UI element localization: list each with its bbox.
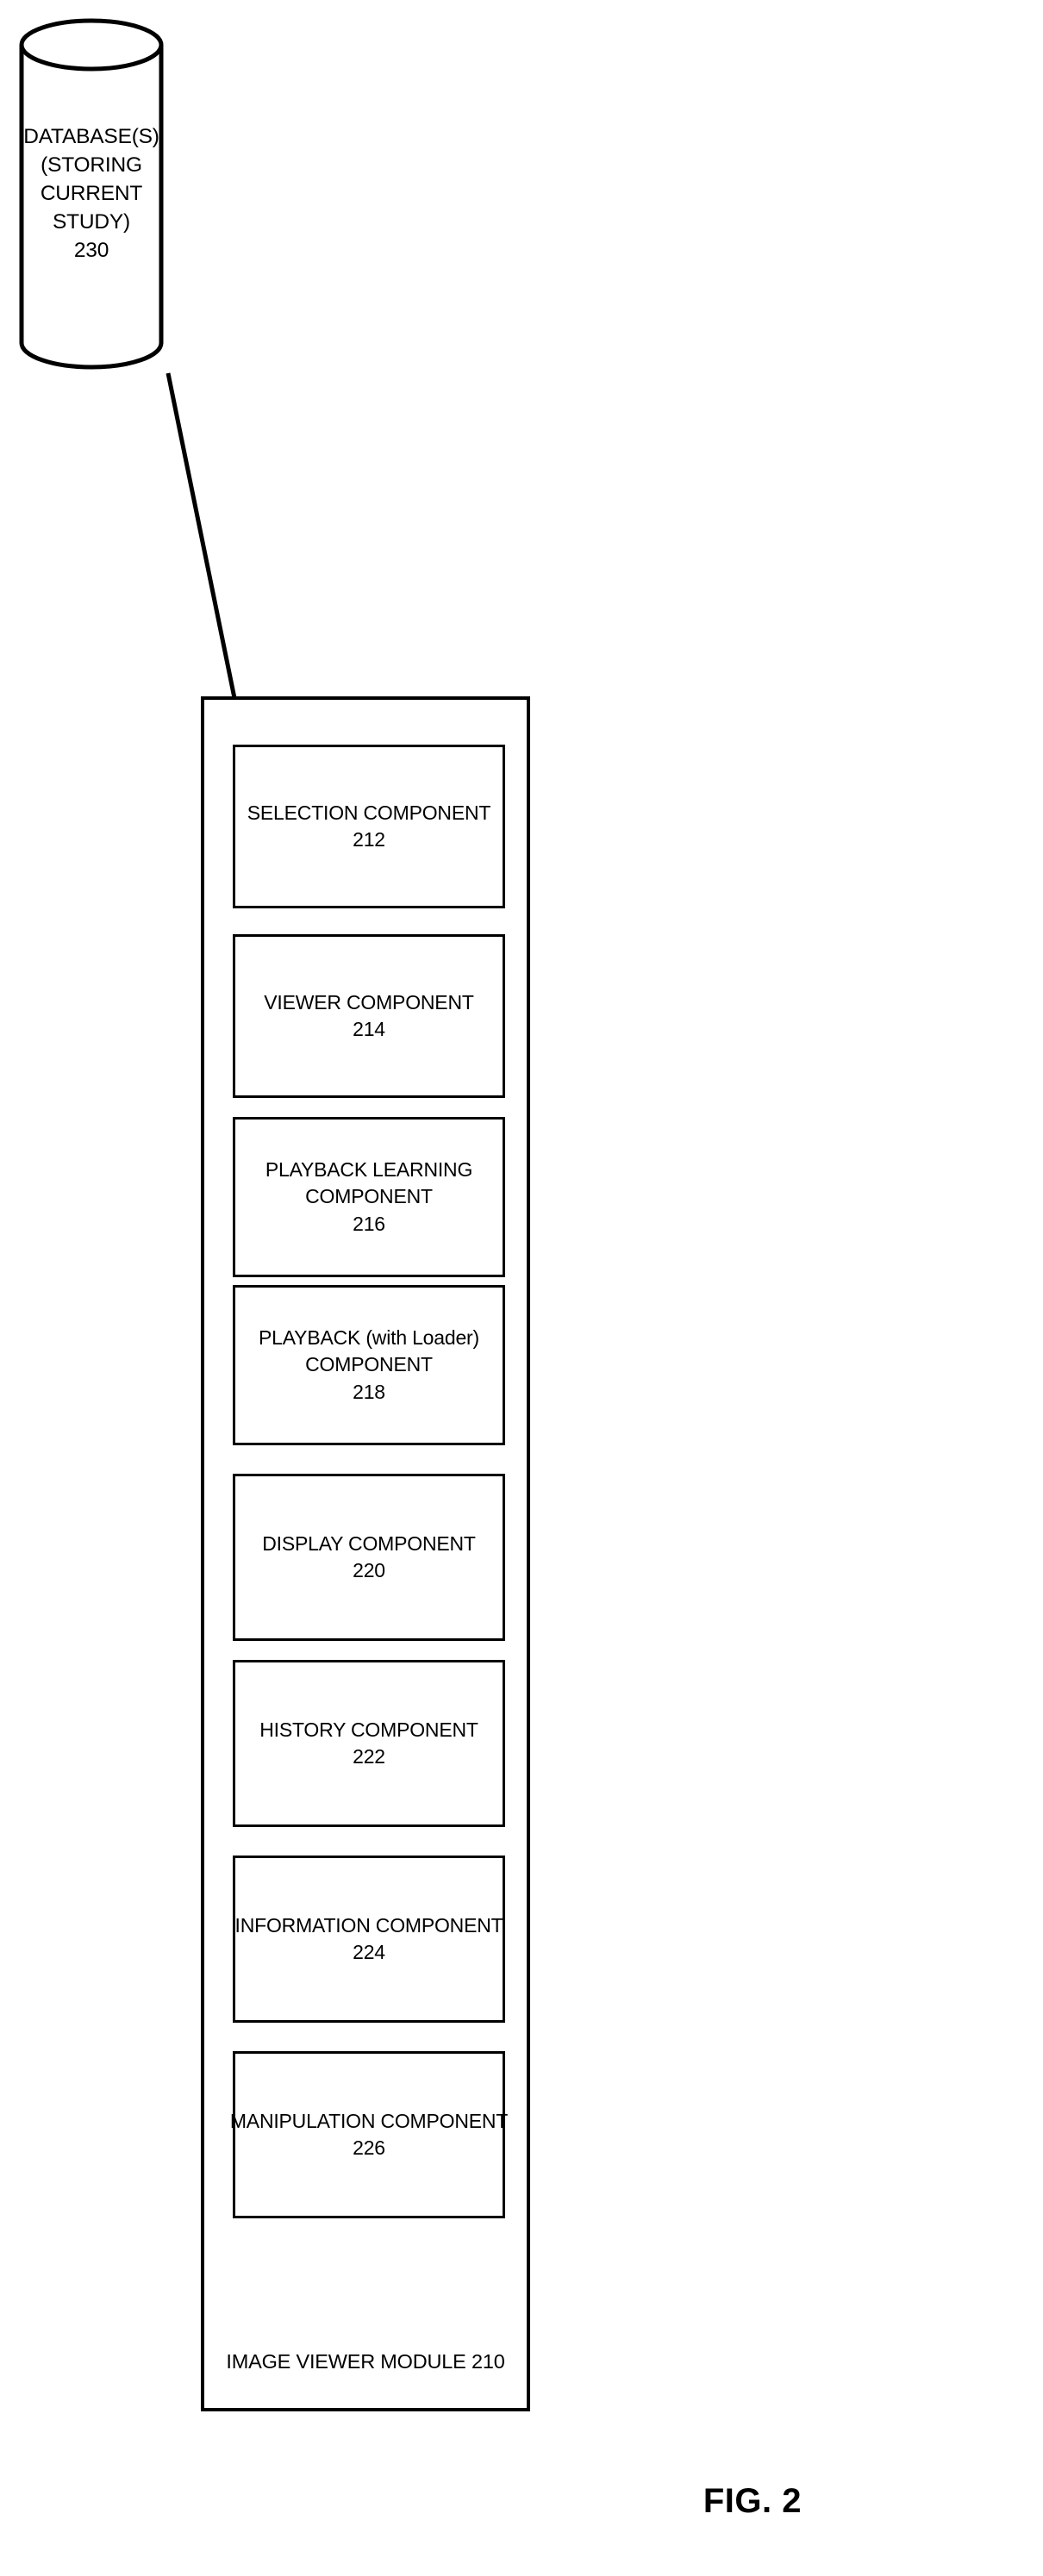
patent-figure-2: DATABASE(S) (STORING CURRENT STUDY) 230 … [0, 0, 1043, 2576]
display-component-numeral: 220 [353, 1559, 385, 1581]
playback-learning-component-title-line-1: PLAYBACK LEARNING [265, 1157, 473, 1181]
history-component-title: HISTORY COMPONENT [259, 1718, 478, 1741]
playback-with-loader-component-title-line-2: COMPONENT [305, 1353, 433, 1376]
database-label-line-4: STUDY) [53, 210, 130, 234]
display-component-box[interactable]: DISPLAY COMPONENT 220 [233, 1474, 505, 1641]
selection-component-title: SELECTION COMPONENT [247, 801, 491, 824]
selection-component-numeral: 212 [353, 828, 385, 851]
image-viewer-module-label: IMAGE VIEWER MODULE 210 [226, 2350, 505, 2373]
selection-component-box[interactable]: SELECTION COMPONENT 212 [233, 745, 505, 908]
information-component-numeral: 224 [353, 1941, 385, 1963]
database-to-module-connector [166, 372, 237, 699]
playback-with-loader-component-box[interactable]: PLAYBACK (with Loader) COMPONENT 218 [233, 1285, 505, 1445]
figure-caption: FIG. 2 [703, 2482, 802, 2520]
viewer-component-box[interactable]: VIEWER COMPONENT 214 [233, 934, 505, 1098]
playback-learning-component-box[interactable]: PLAYBACK LEARNING COMPONENT 216 [233, 1117, 505, 1277]
database-label-block: DATABASE(S) (STORING CURRENT STUDY) 230 [19, 122, 164, 265]
playback-with-loader-component-numeral: 218 [353, 1380, 385, 1403]
playback-learning-component-numeral: 216 [353, 1212, 385, 1235]
manipulation-component-box[interactable]: MANIPULATION COMPONENT 226 [229, 2051, 509, 2218]
component-list: SELECTION COMPONENT 212 VIEWER COMPONENT… [229, 745, 509, 2218]
database-cylinder: DATABASE(S) (STORING CURRENT STUDY) 230 [19, 17, 164, 372]
image-viewer-module-box: SELECTION COMPONENT 212 VIEWER COMPONENT… [201, 696, 530, 2411]
playback-learning-component-title-line-2: COMPONENT [305, 1185, 433, 1208]
database-label-line-2: (STORING [41, 153, 142, 177]
manipulation-component-title: MANIPULATION COMPONENT [229, 2109, 509, 2132]
information-component-title: INFORMATION COMPONENT [234, 1913, 503, 1937]
display-component-title: DISPLAY COMPONENT [262, 1531, 476, 1555]
database-reference-numeral: 230 [73, 239, 109, 262]
viewer-component-numeral: 214 [353, 1018, 385, 1040]
viewer-component-title: VIEWER COMPONENT [264, 990, 474, 1014]
history-component-numeral: 222 [353, 1745, 385, 1768]
information-component-box[interactable]: INFORMATION COMPONENT 224 [233, 1856, 505, 2023]
database-label-line-1: DATABASE(S) [23, 125, 159, 148]
history-component-box[interactable]: HISTORY COMPONENT 222 [233, 1660, 505, 1827]
database-label-line-3: CURRENT [40, 182, 143, 205]
manipulation-component-numeral: 226 [353, 2136, 385, 2159]
playback-with-loader-component-title-line-1: PLAYBACK (with Loader) [259, 1325, 479, 1349]
